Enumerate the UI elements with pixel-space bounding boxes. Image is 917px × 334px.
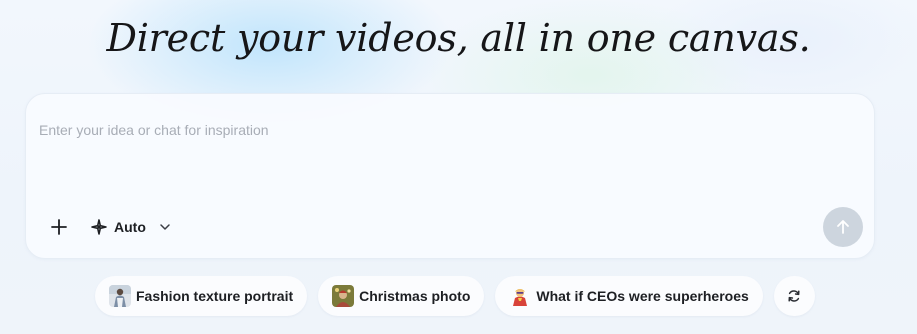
suggestion-label: Christmas photo [359, 288, 471, 304]
suggestion-chips: Fashion texture portrait Christmas photo [95, 276, 815, 316]
suggestion-chip-superheroes[interactable]: What if CEOs were superheroes [495, 276, 763, 316]
christmas-photo-thumbnail [332, 285, 355, 307]
mode-label: Auto [114, 219, 146, 235]
refresh-icon [788, 290, 800, 302]
suggestion-label: Fashion texture portrait [136, 288, 294, 304]
suggestion-chip-christmas[interactable]: Christmas photo [318, 276, 485, 316]
suggestion-chip-fashion[interactable]: Fashion texture portrait [95, 276, 308, 316]
chevron-down-icon [158, 220, 172, 234]
suggestion-label: What if CEOs were superheroes [536, 288, 749, 304]
prompt-composer: Auto [25, 93, 875, 259]
prompt-input[interactable] [39, 116, 799, 144]
superhero-emoji [509, 285, 531, 307]
arrow-up-icon [837, 220, 849, 234]
mode-selector[interactable]: Auto [90, 214, 172, 240]
sparkle-move-icon [90, 218, 108, 236]
send-button[interactable] [823, 207, 863, 247]
plus-icon [51, 219, 67, 235]
fashion-portrait-thumbnail [109, 285, 131, 307]
page-title: Direct your videos, all in one canvas. [106, 16, 811, 60]
refresh-suggestions-button[interactable] [773, 276, 815, 316]
add-attachment-button[interactable] [46, 214, 72, 240]
